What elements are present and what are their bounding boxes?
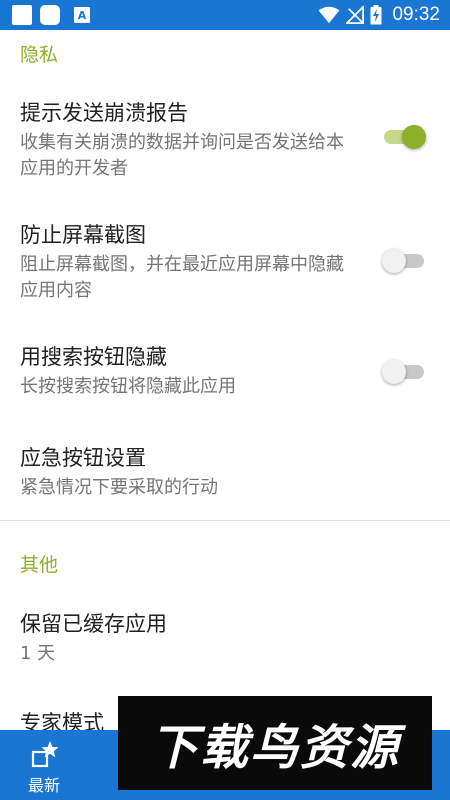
setting-title: 用搜索按钮隐藏 [20, 345, 167, 369]
setting-summary: 收集有关崩溃的数据并询问是否发送给本应用的开发者 [20, 132, 344, 179]
setting-title: 防止屏幕截图 [20, 223, 146, 247]
battery-charging-icon [370, 5, 382, 25]
setting-title: 保留已缓存应用 [20, 612, 167, 636]
no-signal-icon [346, 6, 365, 24]
star-badge-icon [31, 741, 59, 768]
wifi-icon [319, 6, 340, 24]
setting-prevent-screenshot[interactable]: 防止屏幕截图 阻止屏幕截图，并在最近应用屏幕中隐藏应用内容 [0, 214, 450, 310]
setting-keep-cached-apps[interactable]: 保留已缓存应用 1 天 [0, 603, 450, 673]
setting-title: 提示发送崩溃报告 [20, 101, 188, 125]
setting-summary: 1 天 [20, 643, 56, 664]
watermark-text: 下载鸟资源 [149, 720, 400, 776]
setting-summary: 阻止屏幕截图，并在最近应用屏幕中隐藏应用内容 [20, 254, 344, 301]
setting-title: 专家模式 [20, 711, 104, 730]
app-rounded-square-icon [40, 5, 60, 25]
prevent-screenshot-switch[interactable] [382, 247, 426, 275]
nav-latest-label: 最新 [28, 776, 61, 795]
setting-crash-report[interactable]: 提示发送崩溃报告 收集有关崩溃的数据并询问是否发送给本应用的开发者 [0, 92, 450, 188]
crash-report-switch[interactable] [382, 123, 426, 151]
nav-latest-button[interactable]: 最新 [18, 740, 72, 795]
watermark-overlay: 下载鸟资源 [118, 696, 432, 790]
section-header-privacy: 隐私 [20, 44, 59, 66]
setting-summary: 长按搜索按钮将隐藏此应用 [20, 376, 236, 397]
status-bar-system: 09:32 [318, 4, 440, 26]
switch-thumb [402, 125, 426, 149]
switch-thumb [382, 249, 406, 273]
status-time: 09:32 [392, 4, 440, 25]
section-header-other: 其他 [20, 554, 59, 576]
status-bar-notifications: A [12, 5, 90, 25]
hide-with-search-switch[interactable] [382, 358, 426, 386]
setting-panic-button[interactable]: 应急按钮设置 紧急情况下要采取的行动 [0, 437, 450, 507]
switch-thumb [382, 360, 406, 384]
app-square-icon [12, 5, 32, 25]
settings-list[interactable]: 隐私 提示发送崩溃报告 收集有关崩溃的数据并询问是否发送给本应用的开发者 防止屏… [0, 30, 450, 730]
setting-title: 应急按钮设置 [20, 446, 146, 470]
section-divider [0, 520, 450, 521]
status-bar: A 09:32 [0, 0, 450, 30]
setting-summary: 紧急情况下要采取的行动 [20, 477, 218, 498]
setting-hide-with-search[interactable]: 用搜索按钮隐藏 长按搜索按钮将隐藏此应用 [0, 336, 450, 406]
notification-a-icon: A [74, 7, 90, 23]
